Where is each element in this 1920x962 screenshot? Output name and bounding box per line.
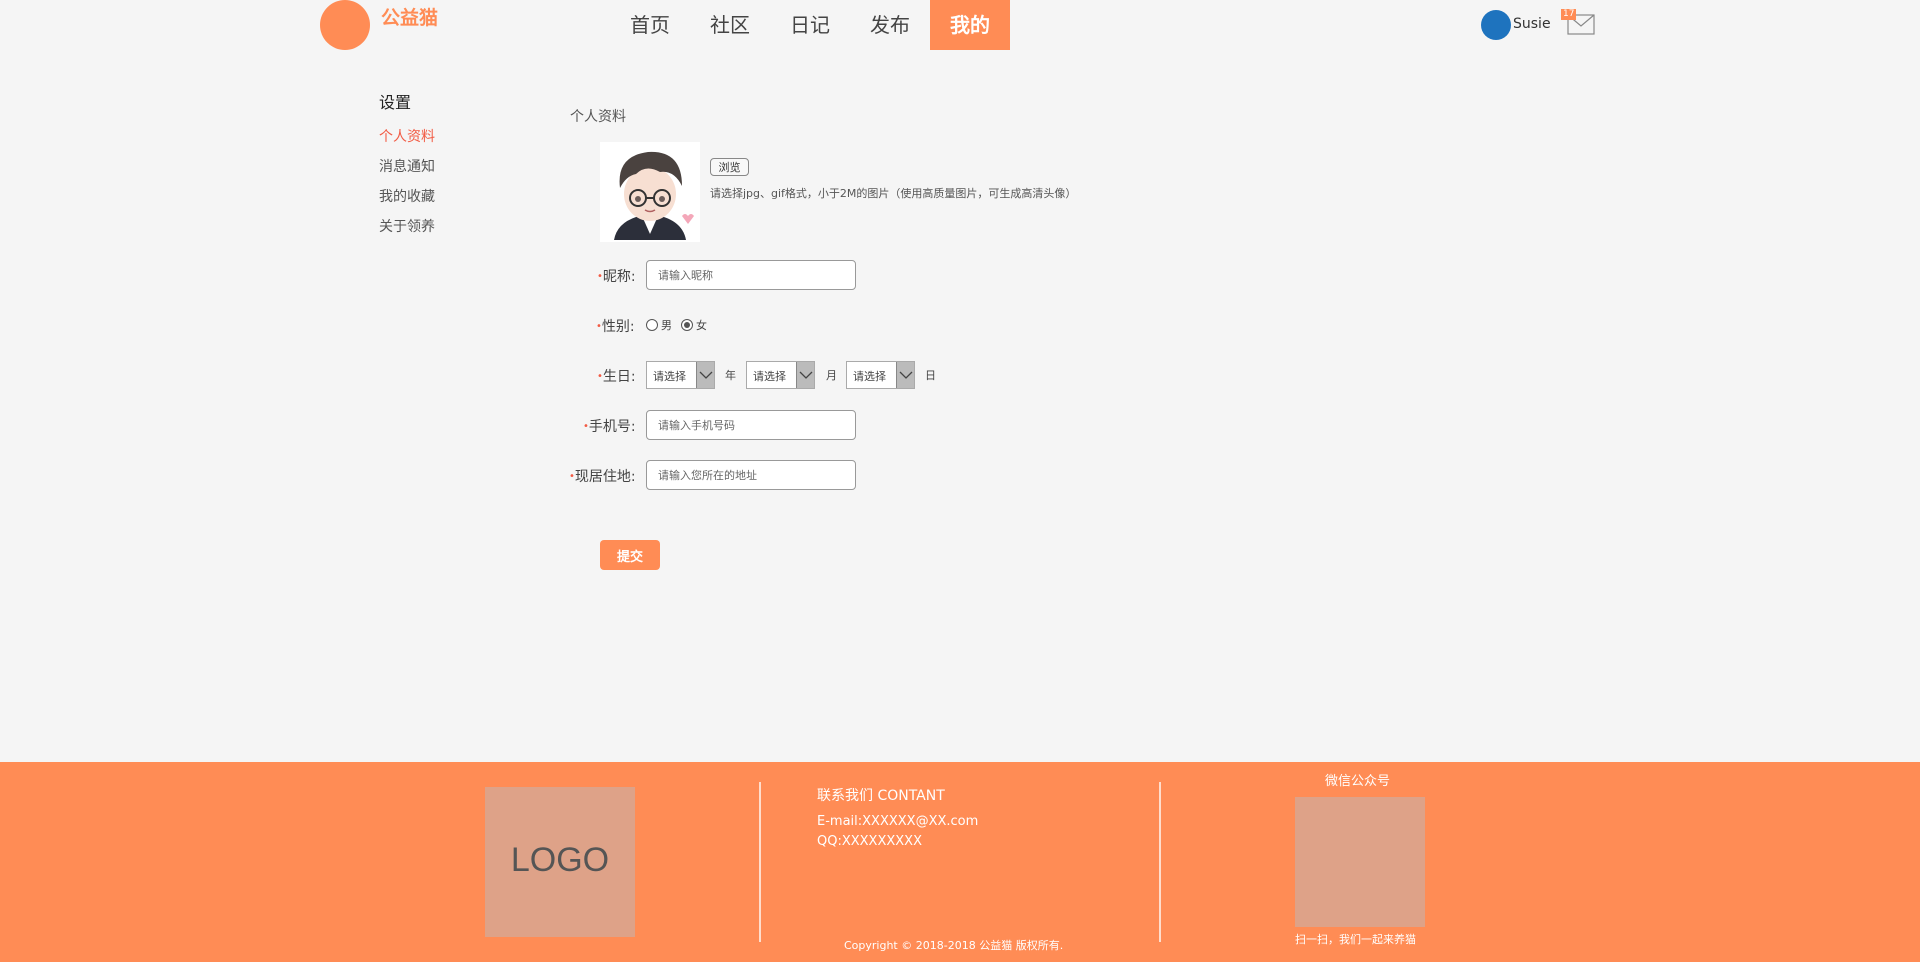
footer-logo: LOGO xyxy=(485,787,635,937)
submit-button[interactable]: 提交 xyxy=(600,540,660,570)
main-nav: 首页 社区 日记 发布 我的 xyxy=(610,0,1010,50)
gender-female-radio[interactable] xyxy=(681,319,693,331)
wechat-title: 微信公众号 xyxy=(1325,774,1391,789)
user-avatar[interactable] xyxy=(1481,10,1511,40)
sidebar-item-profile[interactable]: 个人资料 xyxy=(379,126,435,146)
footer-logo-text: LOGO xyxy=(510,841,610,879)
contact-title: 联系我们 CONTANT xyxy=(817,788,945,804)
sidebar-item-about-adoption[interactable]: 关于领养 xyxy=(379,216,435,236)
address-label: •现居住地: xyxy=(569,469,636,485)
nav-home[interactable]: 首页 xyxy=(610,0,690,50)
sidebar-title: 设置 xyxy=(379,93,412,112)
top-header: 公益猫 首页 社区 日记 发布 我的 Susie 17 xyxy=(0,0,1920,52)
chevron-down-icon[interactable] xyxy=(896,362,914,388)
birth-year-select[interactable]: 请选择 xyxy=(646,361,715,389)
birth-year-value: 请选择 xyxy=(653,370,686,383)
contact-qq: QQ:XXXXXXXXX xyxy=(817,834,922,849)
nav-mine[interactable]: 我的 xyxy=(930,0,1010,50)
birthday-label: •生日: xyxy=(597,369,636,385)
address-input[interactable] xyxy=(646,460,856,490)
gender-label: •性别: xyxy=(596,319,635,335)
footer-divider xyxy=(1159,782,1161,942)
nickname-label: •昵称: xyxy=(597,269,636,285)
qr-caption: 扫一扫，我们一起来养猫 xyxy=(1295,933,1416,946)
nav-community[interactable]: 社区 xyxy=(690,0,770,50)
gender-male-label[interactable]: 男 xyxy=(661,317,672,333)
footer: LOGO 联系我们 CONTANT E-mail:XXXXXX@XX.com Q… xyxy=(0,762,1920,962)
copyright-text: Copyright © 2018-2018 公益猫 版权所有. xyxy=(844,939,1064,952)
birth-month-value: 请选择 xyxy=(753,370,786,383)
nickname-input[interactable] xyxy=(646,260,856,290)
section-title: 个人资料 xyxy=(570,109,626,125)
nav-publish[interactable]: 发布 xyxy=(850,0,930,50)
logo-icon[interactable] xyxy=(320,0,370,50)
gender-female-label[interactable]: 女 xyxy=(696,317,707,333)
month-unit: 月 xyxy=(826,369,837,382)
chevron-down-icon[interactable] xyxy=(796,362,814,388)
phone-label: •手机号: xyxy=(583,419,636,435)
sidebar-item-favorites[interactable]: 我的收藏 xyxy=(379,186,435,206)
wechat-qr-code xyxy=(1295,797,1425,927)
browse-button[interactable]: 浏览 xyxy=(710,158,749,176)
birth-day-value: 请选择 xyxy=(853,370,886,383)
avatar-illustration-icon xyxy=(600,142,700,242)
birth-month-select[interactable]: 请选择 xyxy=(746,361,815,389)
user-name[interactable]: Susie xyxy=(1513,16,1551,32)
avatar-hint: 请选择jpg、gif格式，小于2M的图片（使用高质量图片，可生成高清头像） xyxy=(710,187,1077,200)
nav-diary[interactable]: 日记 xyxy=(770,0,850,50)
gender-male-radio[interactable] xyxy=(646,319,658,331)
contact-email: E-mail:XXXXXX@XX.com xyxy=(817,814,979,829)
mail-count-badge: 17 xyxy=(1561,9,1577,20)
year-unit: 年 xyxy=(725,369,736,382)
day-unit: 日 xyxy=(925,369,936,382)
phone-input[interactable] xyxy=(646,410,856,440)
brand-name[interactable]: 公益猫 xyxy=(381,3,438,30)
birth-day-select[interactable]: 请选择 xyxy=(846,361,915,389)
profile-avatar-image xyxy=(600,142,700,242)
chevron-down-icon[interactable] xyxy=(696,362,714,388)
sidebar-item-notifications[interactable]: 消息通知 xyxy=(379,156,435,176)
footer-divider xyxy=(759,782,761,942)
